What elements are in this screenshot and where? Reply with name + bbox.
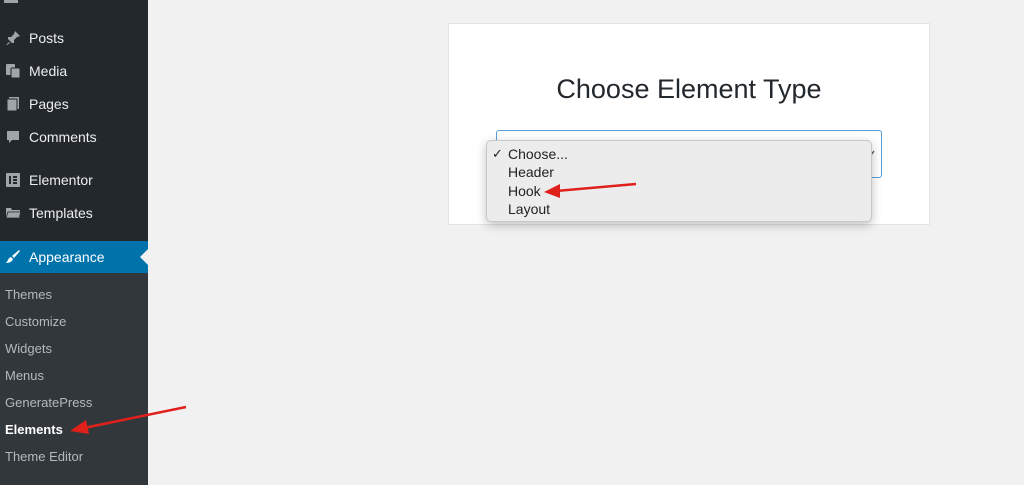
admin-sidebar: Posts Media Pages Comments Elementor Tem…: [0, 0, 148, 485]
option-label: Layout: [508, 201, 551, 217]
paintbrush-icon: [3, 247, 23, 267]
media-icon: [3, 61, 23, 81]
option-label: Hook: [508, 183, 541, 199]
option-hook[interactable]: Hook: [487, 182, 871, 200]
option-header[interactable]: Header: [487, 163, 871, 181]
element-type-dropdown: ✓ Choose... Header Hook Layout: [486, 140, 872, 222]
sidebar-item-posts[interactable]: Posts: [0, 22, 148, 54]
pages-icon: [3, 94, 23, 114]
submenu-item-elements[interactable]: Elements: [5, 422, 63, 437]
comment-icon: [3, 127, 23, 147]
pin-icon: [3, 28, 23, 48]
submenu-item-themes[interactable]: Themes: [5, 287, 52, 302]
dashboard-icon: [4, 0, 18, 3]
sidebar-item-label: Posts: [29, 30, 65, 46]
sidebar-item-media[interactable]: Media: [0, 55, 148, 87]
card-title: Choose Element Type: [556, 74, 822, 104]
submenu-item-generatepress[interactable]: GeneratePress: [5, 395, 92, 410]
sidebar-item-label: Comments: [29, 129, 97, 145]
submenu-item-customize[interactable]: Customize: [5, 314, 66, 329]
sidebar-item-comments[interactable]: Comments: [0, 121, 148, 153]
sidebar-item-appearance[interactable]: Appearance: [0, 241, 148, 273]
elementor-icon: [3, 170, 23, 190]
folder-icon: [3, 203, 23, 223]
sidebar-item-label: Appearance: [29, 249, 105, 265]
sidebar-item-label: Elementor: [29, 172, 93, 188]
sidebar-item-templates[interactable]: Templates: [0, 197, 148, 229]
submenu-item-widgets[interactable]: Widgets: [5, 341, 52, 356]
option-choose[interactable]: ✓ Choose...: [487, 145, 871, 163]
appearance-submenu: Themes Customize Widgets Menus GenerateP…: [0, 273, 148, 485]
option-layout[interactable]: Layout: [487, 200, 871, 218]
sidebar-item-pages[interactable]: Pages: [0, 88, 148, 120]
sidebar-item-label: Templates: [29, 205, 93, 221]
submenu-item-menus[interactable]: Menus: [5, 368, 44, 383]
current-indicator: [140, 249, 148, 265]
option-label: Header: [508, 164, 554, 180]
option-label: Choose...: [508, 146, 568, 162]
sidebar-item-label: Media: [29, 63, 68, 79]
submenu-item-theme-editor[interactable]: Theme Editor: [5, 449, 83, 464]
checkmark-icon: ✓: [492, 146, 503, 161]
sidebar-item-label: Pages: [29, 96, 69, 112]
sidebar-item-elementor[interactable]: Elementor: [0, 164, 148, 196]
